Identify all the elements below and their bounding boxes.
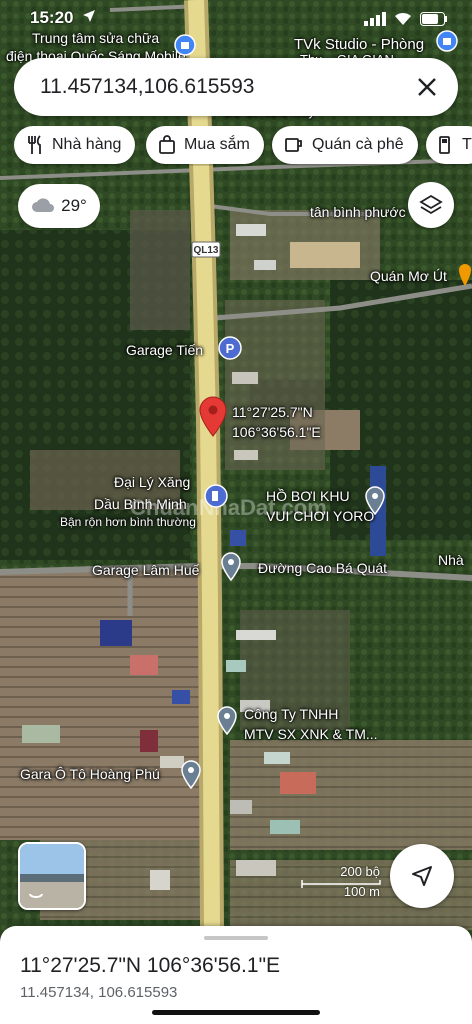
status-time: 15:20 xyxy=(30,8,96,28)
chip-label: Nhà hàng xyxy=(52,136,122,153)
sheet-handle[interactable] xyxy=(204,936,268,940)
coffee-cup-icon xyxy=(285,138,302,152)
status-time-text: 15:20 xyxy=(30,8,74,27)
place-label[interactable]: Quán Mơ Út xyxy=(370,268,447,284)
battery-icon xyxy=(420,12,447,26)
chip-restaurants[interactable]: Nhà hàng xyxy=(14,126,136,164)
place-label[interactable]: Công Ty TNHH xyxy=(244,706,338,722)
cloud-icon xyxy=(32,198,55,212)
shopping-bag-marker-icon[interactable] xyxy=(174,34,196,56)
layers-icon xyxy=(419,194,443,215)
chip-shopping[interactable]: Mua sắm xyxy=(146,126,264,164)
layers-button[interactable] xyxy=(408,182,454,228)
place-marker-icon[interactable] xyxy=(220,552,242,582)
street-label: Đường Cao Bá Quát xyxy=(258,560,388,576)
sheet-title: 11°27'25.7"N 106°36'56.1"E xyxy=(20,954,281,977)
location-arrow-icon xyxy=(83,10,96,22)
signal-icon xyxy=(364,12,386,26)
home-indicator[interactable] xyxy=(152,1010,320,1015)
gas-station-marker-icon[interactable] xyxy=(204,484,228,510)
search-input[interactable]: 11.457134,106.615593 xyxy=(40,75,255,99)
street-view-thumbnail[interactable] xyxy=(18,842,86,910)
chip-label: Mua sắm xyxy=(184,136,250,153)
place-label[interactable]: Đại Lý Xăng xyxy=(114,474,190,490)
chip-gas[interactable]: T xyxy=(426,126,472,164)
scale-bar: 200 bộ 100 m xyxy=(300,864,386,902)
place-label[interactable]: tân bình phước xyxy=(310,204,406,220)
navigation-arrow-icon xyxy=(412,866,432,886)
pin-lng-label: 106°36'56.1"E xyxy=(232,424,321,440)
fork-knife-icon xyxy=(28,135,41,154)
place-label[interactable]: Trung tâm sửa chữa xyxy=(32,30,159,46)
place-marker-icon[interactable] xyxy=(180,760,202,790)
place-label[interactable]: Garage Tiến xyxy=(126,342,203,358)
place-label[interactable]: Gara Ô Tô Hoàng Phú xyxy=(20,766,160,782)
place-label[interactable]: MTV SX XNK & TM... xyxy=(244,726,378,742)
dropped-pin-icon[interactable] xyxy=(198,396,228,438)
temperature: 29° xyxy=(61,196,87,215)
chip-coffee[interactable]: Quán cà phê xyxy=(272,126,418,164)
search-bar[interactable]: 11.457134,106.615593 xyxy=(14,58,458,116)
scale-meters: 100 m xyxy=(343,884,380,899)
food-marker-icon[interactable] xyxy=(458,262,472,288)
wifi-icon xyxy=(395,12,411,25)
place-label[interactable]: TVk Studio - Phòng xyxy=(294,36,424,53)
shopping-bag-icon xyxy=(159,135,175,154)
chip-label: Quán cà phê xyxy=(312,136,404,153)
my-location-button[interactable] xyxy=(390,844,454,908)
road-shield: QL13 xyxy=(193,245,218,256)
place-marker-icon[interactable] xyxy=(216,706,238,736)
weather-badge[interactable]: 29° xyxy=(18,184,100,228)
watermark: ChuanNhaDat.com xyxy=(130,495,327,520)
close-icon[interactable] xyxy=(410,70,444,104)
svg-text:P: P xyxy=(226,341,235,356)
pin-lat-label: 11°27'25.7"N xyxy=(232,404,313,420)
shopping-bag-marker-icon[interactable] xyxy=(436,30,458,52)
place-label[interactable]: Garage Lâm Huế xyxy=(92,562,199,578)
chip-label: T xyxy=(462,136,472,153)
scale-feet: 200 bộ xyxy=(340,864,380,879)
status-icons xyxy=(364,12,448,26)
place-label[interactable]: Nhà xyxy=(438,552,464,568)
place-marker-icon[interactable] xyxy=(364,486,386,516)
parking-marker-icon[interactable]: P xyxy=(218,336,242,362)
gas-pump-icon xyxy=(439,136,450,154)
category-chips: Nhà hàng Mua sắm Quán cà phê T xyxy=(14,126,472,166)
street-view-preview-image xyxy=(20,844,84,908)
sheet-subtitle: 11.457134, 106.615593 xyxy=(20,984,178,1001)
